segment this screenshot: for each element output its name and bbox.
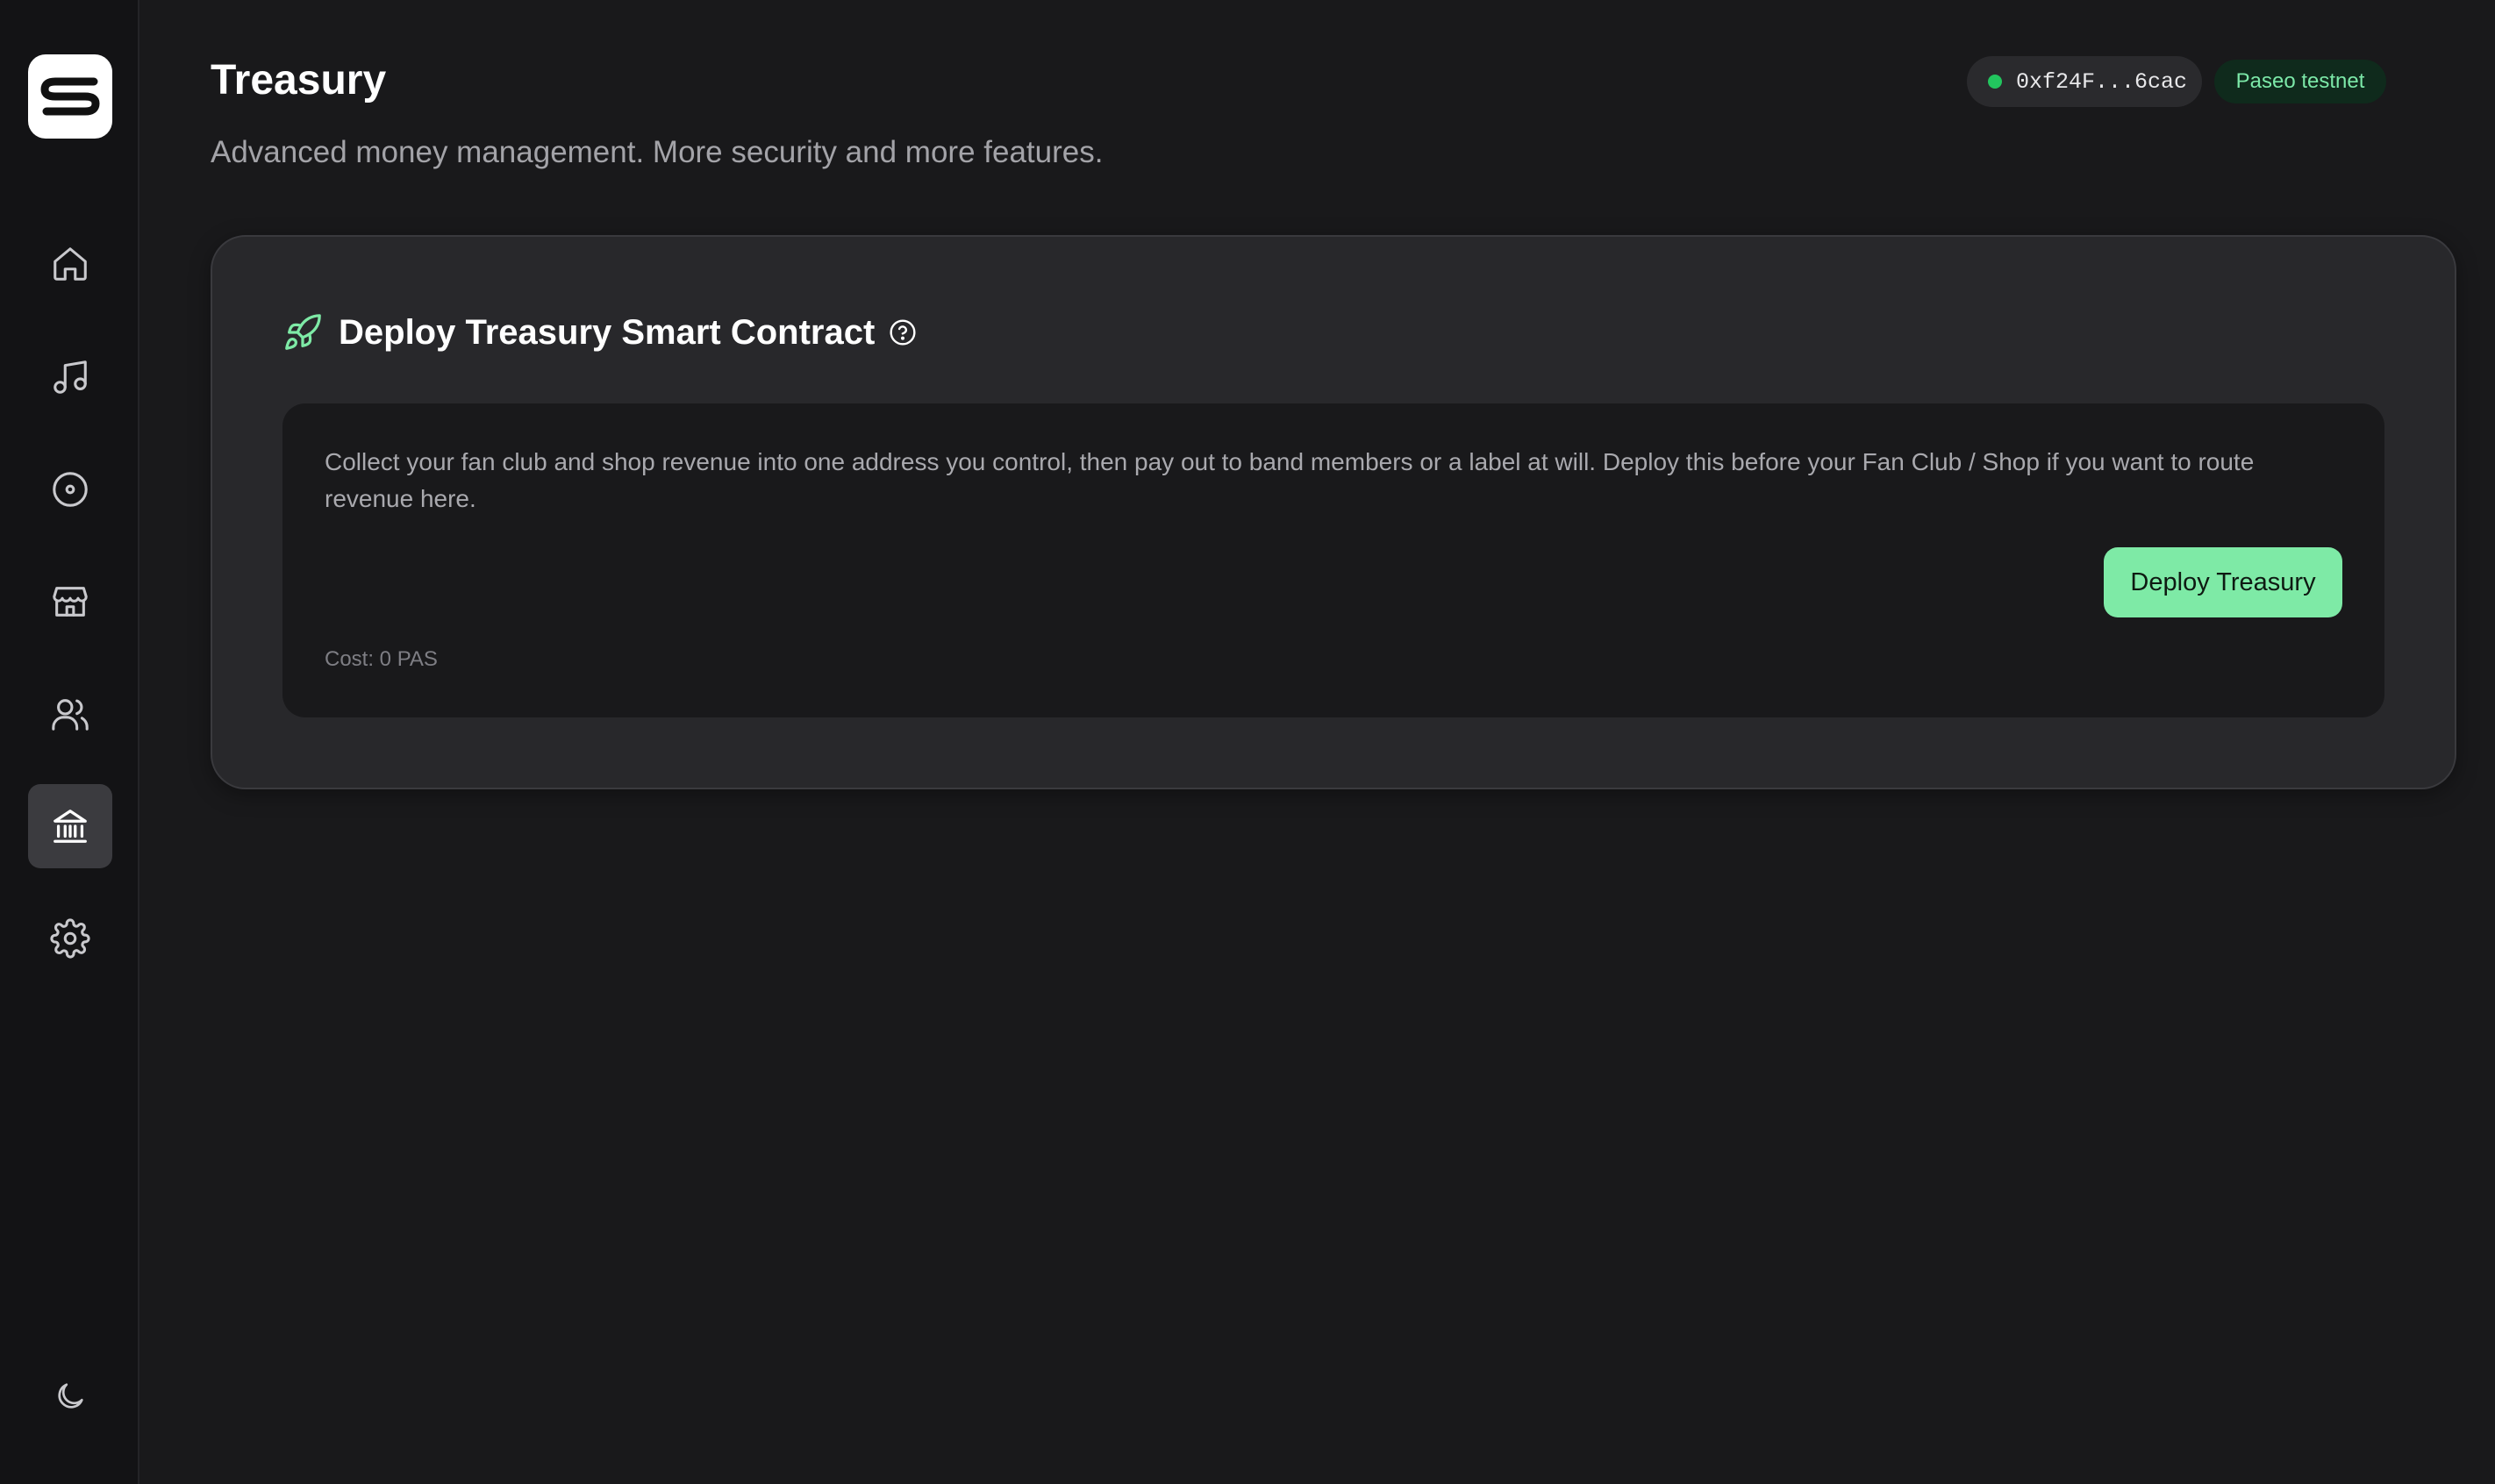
deploy-cost: Cost: 0 PAS bbox=[325, 647, 438, 671]
moon-icon bbox=[58, 1383, 83, 1409]
logo-icon bbox=[40, 77, 100, 116]
music-note-icon bbox=[54, 360, 87, 394]
connection-status-dot bbox=[1988, 75, 2002, 89]
card-body: Collect your fan club and shop revenue i… bbox=[282, 403, 2384, 717]
sidebar-item-music[interactable] bbox=[28, 335, 112, 419]
app-root: Treasury Advanced money management. More… bbox=[0, 0, 2495, 1484]
page-title: Treasury bbox=[211, 57, 387, 103]
sidebar-item-fan-club[interactable] bbox=[28, 672, 112, 756]
deploy-treasury-button[interactable]: Deploy Treasury bbox=[2104, 547, 2342, 617]
sidebar-item-treasury[interactable] bbox=[28, 784, 112, 868]
main-content: Treasury Advanced money management. More… bbox=[139, 0, 2495, 1484]
users-icon bbox=[52, 699, 89, 731]
wallet-address: 0xf24F...6cac bbox=[2016, 68, 2188, 95]
home-icon bbox=[54, 247, 87, 281]
sidebar-item-settings[interactable] bbox=[28, 896, 112, 981]
app-logo[interactable] bbox=[28, 54, 112, 139]
gear-icon bbox=[50, 918, 90, 959]
bank-icon bbox=[54, 810, 87, 843]
network-badge: Paseo testnet bbox=[2214, 60, 2386, 103]
sidebar-item-releases[interactable] bbox=[28, 447, 112, 532]
card-title: Deploy Treasury Smart Contract bbox=[339, 312, 876, 352]
page-subtitle: Advanced money management. More security… bbox=[211, 135, 1104, 169]
theme-toggle-button[interactable] bbox=[28, 1354, 112, 1438]
rocket-icon bbox=[285, 314, 321, 350]
help-icon[interactable] bbox=[889, 318, 917, 346]
card-description: Collect your fan club and shop revenue i… bbox=[325, 448, 2255, 512]
card-header: Deploy Treasury Smart Contract bbox=[282, 312, 917, 353]
sidebar-item-home[interactable] bbox=[28, 222, 112, 306]
deploy-treasury-card: Deploy Treasury Smart Contract Collect y… bbox=[211, 235, 2456, 789]
sidebar-item-shop[interactable] bbox=[28, 560, 112, 644]
sidebar bbox=[0, 0, 139, 1484]
wallet-button[interactable]: 0xf24F...6cac bbox=[1967, 56, 2202, 107]
store-icon bbox=[53, 587, 88, 617]
disc-icon bbox=[53, 472, 88, 507]
